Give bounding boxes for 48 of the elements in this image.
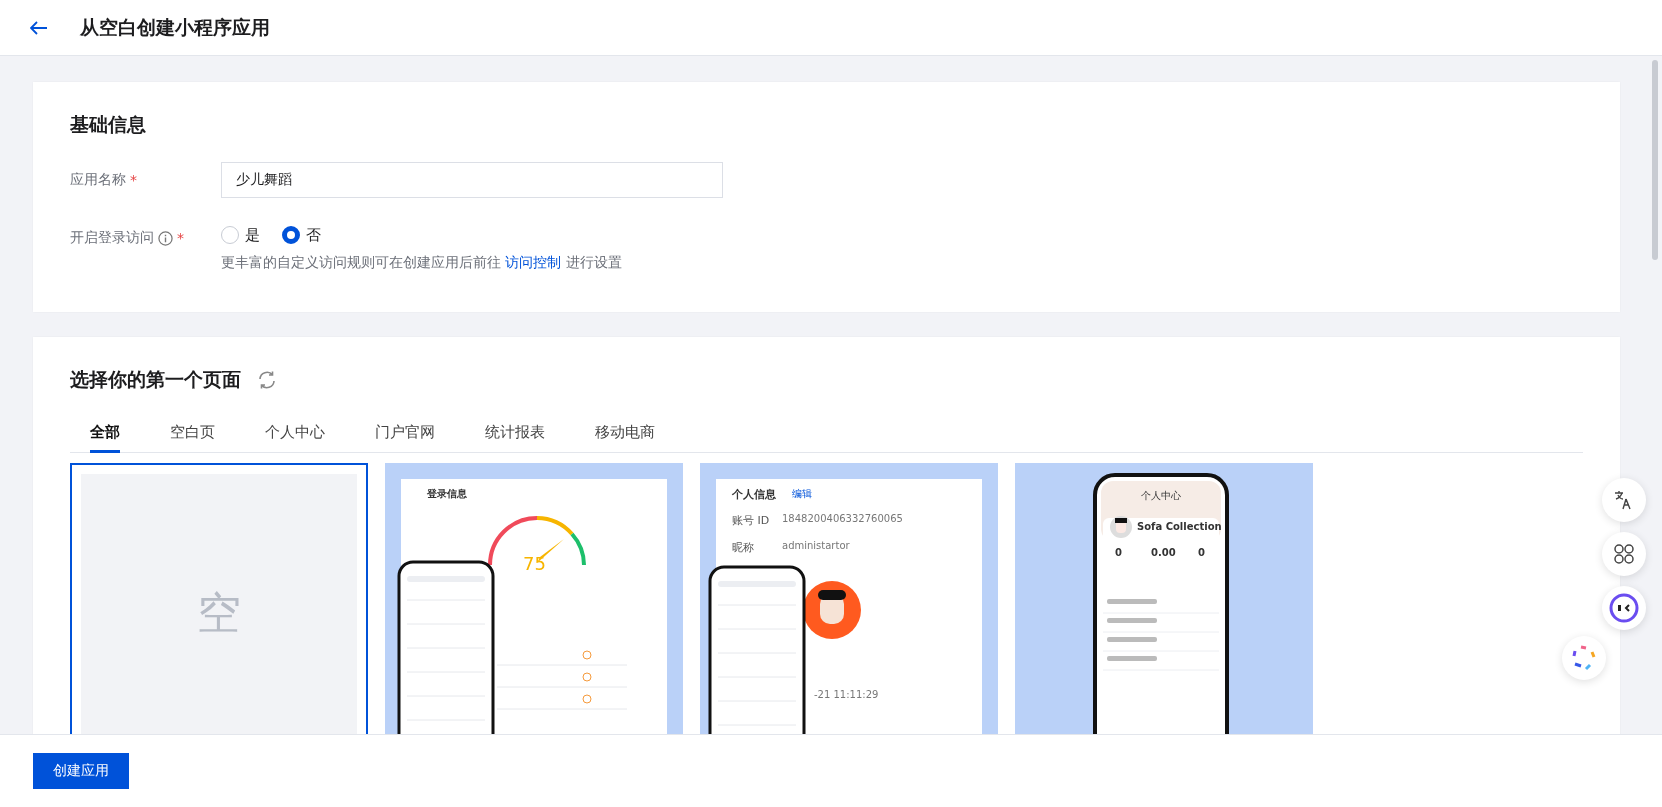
stat-value: 0 — [1198, 547, 1205, 558]
stat-value: 0 — [1115, 547, 1122, 558]
edit-link: 编辑 — [792, 487, 812, 501]
category-tab[interactable]: 个人中心 — [265, 415, 325, 453]
template-card[interactable]: 个人信息 编辑 账号 ID 1848200406332760065 昵称 administartor -21 11:11:29 — [700, 463, 998, 734]
field-label: 开启登录访问 — [70, 229, 154, 247]
assistant-button[interactable] — [1602, 586, 1646, 630]
info-icon[interactable] — [158, 230, 173, 246]
sparkle-logo-icon — [1570, 644, 1598, 672]
category-tab[interactable]: 移动电商 — [595, 415, 655, 453]
access-control-link[interactable]: 访问控制 — [505, 254, 562, 270]
stat-value: 0.00 — [1151, 547, 1176, 558]
preview-heading: 个人信息 — [732, 487, 776, 502]
scrollbar[interactable] — [1652, 60, 1658, 260]
category-tab[interactable]: 统计报表 — [485, 415, 545, 453]
radio-option[interactable]: 是 — [221, 225, 260, 245]
section-title: 选择你的第一个页面 — [70, 367, 241, 392]
preview-label: 昵称 — [732, 540, 754, 555]
category-tab[interactable]: 空白页 — [170, 415, 215, 453]
preview-value: -21 11:11:29 — [814, 689, 879, 700]
preview-heading: 登录信息 — [427, 487, 467, 501]
radio-option[interactable]: 否 — [282, 225, 321, 245]
template-card[interactable]: 登录信息 75 — [385, 463, 683, 734]
app-name-field[interactable]: 少儿舞蹈 — [221, 162, 723, 198]
apps-button[interactable] — [1602, 532, 1646, 576]
template-card[interactable]: 个人中心 Sofa Collection 0 0.00 0 — [1015, 463, 1313, 734]
required-mark: * — [130, 172, 137, 188]
page-title: 从空白创建小程序应用 — [80, 14, 270, 40]
preview-value: 1848200406332760065 — [782, 513, 903, 524]
avatar-icon — [1109, 515, 1133, 539]
required-mark: * — [177, 230, 184, 246]
create-app-button[interactable]: 创建应用 — [33, 753, 129, 789]
preview-value: administartor — [782, 540, 850, 551]
gauge-value: 75 — [523, 553, 546, 574]
profile-name: Sofa Collection — [1137, 521, 1222, 532]
field-label: 应用名称 — [70, 171, 126, 189]
section-title: 基础信息 — [70, 112, 147, 137]
blank-label: 空 — [197, 585, 241, 640]
translate-button[interactable] — [1602, 478, 1646, 522]
back-icon[interactable] — [30, 20, 48, 35]
category-tab[interactable]: 全部 — [90, 415, 120, 453]
clover-icon — [1613, 543, 1635, 565]
category-tab[interactable]: 门户官网 — [375, 415, 435, 453]
robot-face-icon — [1609, 593, 1639, 623]
hint-text: 更丰富的自定义访问规则可在创建应用后前往 访问控制 进行设置 — [221, 254, 622, 272]
refresh-icon[interactable] — [257, 370, 277, 390]
phone-title: 个人中心 — [1141, 489, 1181, 503]
preview-label: 账号 ID — [732, 513, 770, 528]
